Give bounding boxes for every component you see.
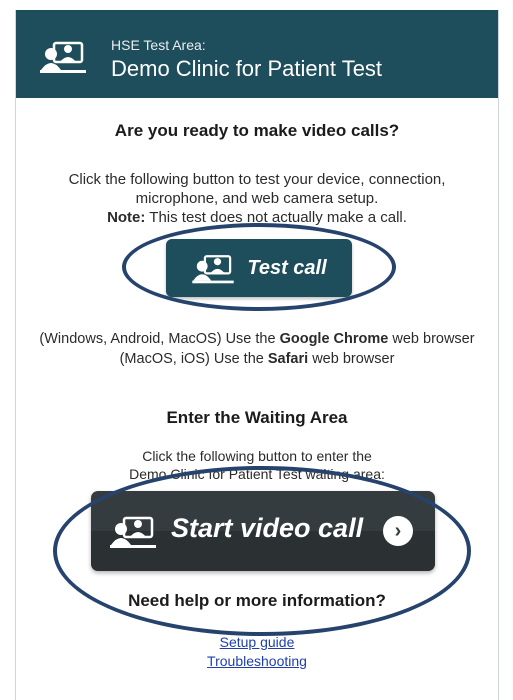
- test-description-line2: microphone, and web camera setup.: [135, 190, 379, 207]
- clinic-name: Demo Clinic for Patient Test: [111, 56, 383, 81]
- waiting-description-line1: Click the following button to enter the: [142, 448, 372, 464]
- troubleshooting-link[interactable]: Troubleshooting: [207, 653, 307, 669]
- waiting-description: Click the following button to enter the …: [16, 447, 498, 483]
- waiting-description-line2: Demo Clinic for Patient Test waiting are…: [129, 466, 385, 482]
- browser-line-chrome: (Windows, Android, MacOS) Use the Google…: [39, 331, 475, 347]
- clinic-header: HSE Test Area: Demo Clinic for Patient T…: [16, 10, 498, 98]
- note-text: This test does not actually make a call.: [145, 209, 407, 226]
- start-video-call-button[interactable]: Start video call ›: [91, 491, 435, 571]
- start-video-call-label: Start video call: [171, 513, 364, 543]
- browser-requirements: (Windows, Android, MacOS) Use the Google…: [16, 329, 498, 369]
- ready-heading: Are you ready to make video calls?: [114, 121, 400, 140]
- test-call-label: Test call: [247, 256, 327, 279]
- help-heading: Need help or more information?: [128, 591, 386, 610]
- test-description-line1: Click the following button to test your …: [68, 171, 446, 188]
- chrome-browser: Google Chrome: [279, 331, 389, 347]
- video-call-people-icon: [40, 41, 86, 73]
- test-description: Click the following button to test your …: [16, 170, 498, 227]
- browser-line-safari: (MacOS, iOS) Use the Safari web browser: [119, 351, 395, 367]
- help-links: Setup guide Troubleshooting: [16, 633, 498, 671]
- area-label: HSE Test Area:: [111, 37, 206, 53]
- test-note: Note: This test does not actually make a…: [16, 208, 498, 227]
- video-call-people-icon: [110, 516, 156, 548]
- safari-browser: Safari: [267, 351, 309, 367]
- waiting-area-heading: Enter the Waiting Area: [166, 408, 348, 427]
- test-call-button[interactable]: Test call: [166, 239, 352, 297]
- note-label: Note:: [107, 209, 146, 226]
- setup-guide-link[interactable]: Setup guide: [220, 634, 295, 650]
- video-call-people-icon: [192, 255, 235, 284]
- chevron-right-circle-icon: ›: [383, 516, 413, 546]
- clinic-panel: HSE Test Area: Demo Clinic for Patient T…: [15, 10, 499, 700]
